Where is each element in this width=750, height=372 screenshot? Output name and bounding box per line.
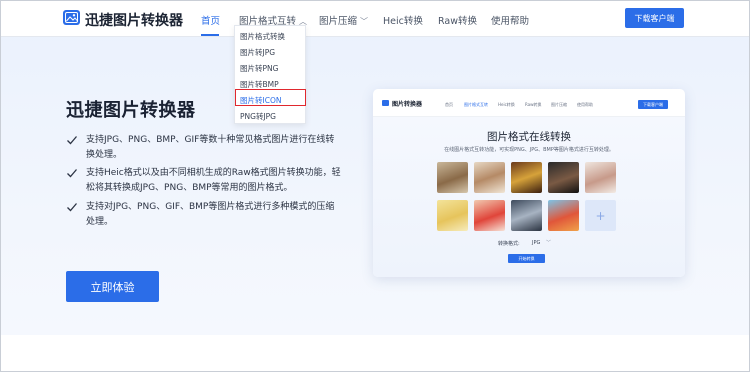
dropdown-item-to-png[interactable]: 图片转PNG — [240, 63, 278, 74]
sample-photo-thumbnail — [548, 162, 579, 193]
preview-nav-item: 图片格式互转 — [464, 102, 488, 107]
feature-item: 支持JPG、PNG、BMP、GIF等数十种常见格式图片进行在线转换处理。 — [66, 133, 341, 163]
nav-home[interactable]: 首页 — [201, 13, 220, 27]
preview-nav: 图片转换器 首页 图片格式互转 Heic转换 Raw转换 图片压缩 使用帮助 下… — [373, 89, 685, 117]
preview-logo-icon — [382, 100, 389, 106]
format-convert-dropdown: 图片格式转换 图片转JPG 图片转PNG 图片转BMP 图片转ICON PNG转… — [234, 25, 306, 124]
nav-raw[interactable]: Raw转换 — [438, 13, 477, 27]
preview-nav-item: 首页 — [445, 102, 453, 107]
sample-photo-thumbnail — [474, 162, 505, 193]
preview-start-button: 开始转换 — [508, 254, 545, 263]
feature-text: 支持JPG、PNG、BMP、GIF等数十种常见格式图片进行在线转换处理。 — [86, 135, 335, 160]
page-frame: 迅捷图片转换器 首页 图片格式互转 ︿ 图片压缩 ﹀ Heic转换 Raw转换 使用… — [0, 0, 750, 372]
hero-title: 迅捷图片转换器 — [66, 100, 196, 121]
preview-download-button: 下载客户端 — [638, 100, 668, 109]
logo-image-icon[interactable] — [63, 10, 80, 25]
nav-compress[interactable]: 图片压缩 ﹀ — [319, 13, 368, 27]
page-bottom-strip — [1, 335, 749, 371]
add-image-button: + — [585, 200, 616, 231]
highlight-box — [235, 89, 306, 106]
nav-help[interactable]: 使用帮助 — [491, 13, 529, 27]
chevron-down-icon: ﹀ — [546, 240, 552, 246]
chevron-down-icon: ﹀ — [360, 17, 369, 26]
preview-format-value: JPG — [532, 240, 541, 246]
preview-nav-item: Heic转换 — [498, 102, 515, 107]
sample-photo-thumbnail — [511, 200, 542, 231]
active-nav-underline — [201, 34, 219, 36]
sample-photo-thumbnail — [511, 162, 542, 193]
sample-photo-thumbnail — [474, 200, 505, 231]
sample-photo-thumbnail — [548, 200, 579, 231]
preview-nav-item: 使用帮助 — [577, 102, 593, 107]
preview-title: 图片格式在线转换 — [487, 131, 571, 143]
dropdown-item-format-convert[interactable]: 图片格式转换 — [240, 31, 285, 42]
sample-photo-thumbnail — [585, 162, 616, 193]
logo-text[interactable]: 迅捷图片转换器 — [85, 10, 183, 30]
dropdown-item-to-jpg[interactable]: 图片转JPG — [240, 47, 275, 58]
sample-photo-thumbnail — [437, 162, 468, 193]
check-icon — [67, 136, 77, 145]
sample-photo-thumbnail — [437, 200, 468, 231]
top-navigation: 迅捷图片转换器 首页 图片格式互转 ︿ 图片压缩 ﹀ Heic转换 Raw转换 使用… — [1, 1, 749, 37]
preview-subtitle: 在线图片格式互转功能，可实现PNG、JPG、BMP等图片格式进行互转处理。 — [444, 147, 614, 153]
nav-compress-label: 图片压缩 — [319, 16, 358, 27]
feature-text: 支持Heic格式以及由不同相机生成的Raw格式图片转换功能，轻松将其转换成JPG… — [86, 168, 341, 193]
check-icon — [67, 169, 77, 178]
feature-item: 支持对JPG、PNG、GIF、BMP等图片格式进行多种模式的压缩处理。 — [66, 200, 341, 230]
preview-nav-item: Raw转换 — [525, 102, 542, 107]
check-icon — [67, 203, 77, 212]
preview-nav-item: 图片压缩 — [551, 102, 567, 107]
dropdown-item-png-to-jpg[interactable]: PNG转JPG — [240, 111, 276, 122]
feature-item: 支持Heic格式以及由不同相机生成的Raw格式图片转换功能，轻松将其转换成JPG… — [66, 166, 341, 196]
nav-heic[interactable]: Heic转换 — [383, 13, 423, 27]
feature-text: 支持对JPG、PNG、GIF、BMP等图片格式进行多种模式的压缩处理。 — [86, 202, 335, 227]
preview-format-label: 转换格式: — [498, 241, 520, 247]
download-client-button[interactable]: 下载客户端 — [625, 8, 684, 28]
preview-logo-text: 图片转换器 — [392, 101, 423, 108]
try-now-button[interactable]: 立即体验 — [66, 271, 159, 302]
